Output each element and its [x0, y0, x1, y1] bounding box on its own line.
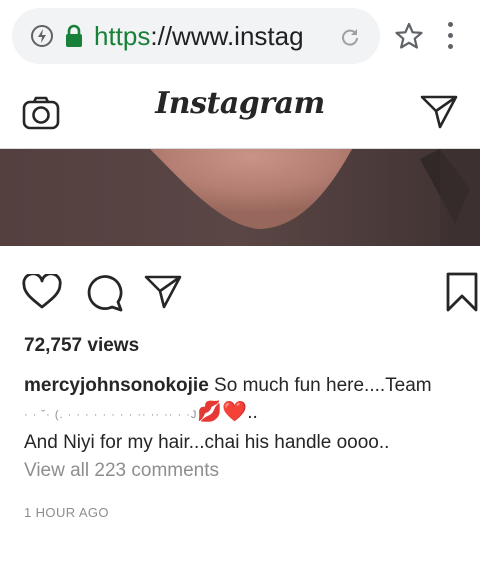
views-count[interactable]: 72,757 views	[24, 335, 139, 357]
more-vert-icon[interactable]	[444, 22, 456, 50]
share-icon[interactable]	[144, 274, 182, 315]
caption-username[interactable]: mercyjohnsonokojie	[24, 375, 209, 396]
bookmark-icon[interactable]	[446, 272, 478, 317]
view-all-comments-link[interactable]: View all 223 comments	[24, 460, 219, 482]
heart-icon[interactable]	[22, 272, 62, 315]
caption-text: So much fun here....Team	[208, 375, 432, 396]
url-host: ://www.instag	[150, 21, 304, 51]
direct-message-icon[interactable]	[420, 94, 458, 135]
caption-line-2: · · ˘· (. · · · · · · · · ·· ·· ·· · ·J💋…	[24, 399, 464, 429]
instagram-logo[interactable]: Instagram	[0, 86, 480, 121]
post-actions	[0, 266, 480, 316]
url-scheme: https	[94, 21, 151, 51]
caption-line-3: And Niyi for my hair...chai his handle o…	[24, 432, 390, 453]
lock-icon	[64, 24, 84, 53]
reload-icon[interactable]	[340, 27, 360, 52]
post-photo[interactable]	[0, 149, 480, 246]
caption-dots: ..	[247, 402, 258, 423]
browser-toolbar: https://www.instag	[0, 0, 480, 72]
post-timestamp: 1 HOUR AGO	[24, 505, 109, 520]
bookmark-star-icon[interactable]	[394, 22, 424, 55]
kiss-heart-emoji: 💋❤️	[197, 401, 248, 423]
instagram-header: Instagram	[0, 72, 480, 149]
comment-icon[interactable]	[84, 274, 124, 317]
post-caption: mercyjohnsonokojie So much fun here....T…	[24, 372, 464, 456]
caption-obscured-text: · · ˘· (. · · · · · · · · ·· ·· ·· · ·J	[24, 409, 198, 421]
url-text[interactable]: https://www.instag	[94, 19, 326, 53]
caption-line-1: mercyjohnsonokojie So much fun here....T…	[24, 372, 464, 399]
info-icon[interactable]	[30, 24, 54, 53]
